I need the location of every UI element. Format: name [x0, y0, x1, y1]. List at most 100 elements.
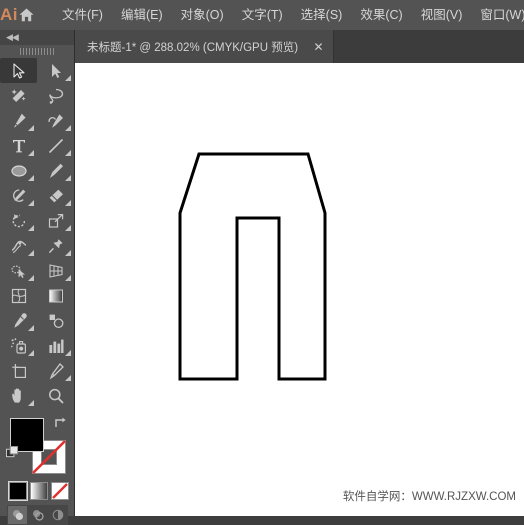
menu-edit[interactable]: 编辑(E)	[112, 4, 172, 26]
zoom-tool[interactable]	[37, 383, 74, 408]
shaper-tool[interactable]	[0, 183, 37, 208]
width-icon	[11, 240, 26, 253]
eyedropper-tool[interactable]	[0, 308, 37, 333]
lasso-tool[interactable]	[37, 83, 74, 108]
free-transform-tool[interactable]	[37, 233, 74, 258]
menu-select[interactable]: 选择(S)	[292, 4, 352, 26]
document-tab[interactable]: 未标题-1* @ 288.02% (CMYK/GPU 预览) ✕	[75, 30, 335, 63]
type-T-icon	[12, 139, 25, 152]
flyout-triangle-icon	[65, 200, 71, 206]
menu-item-list: 文件(F) 编辑(E) 对象(O) 文字(T) 选择(S) 效果(C) 视图(V…	[53, 4, 524, 26]
curvature-tool[interactable]	[37, 108, 74, 133]
app-logo: Ai	[0, 5, 18, 24]
hand-tool[interactable]	[0, 383, 37, 408]
perspective-grid-tool[interactable]	[37, 258, 74, 283]
search-icon	[48, 388, 64, 404]
slice-tool[interactable]	[37, 358, 74, 383]
document-canvas[interactable]: 软件自学网：WWW.RJZXW.COM	[75, 63, 524, 516]
flyout-triangle-icon	[65, 375, 71, 381]
color-mode-row	[0, 480, 74, 501]
direct-selection-tool[interactable]	[37, 58, 74, 83]
color-mode-button[interactable]	[8, 481, 28, 501]
menu-effect[interactable]: 效果(C)	[351, 4, 411, 26]
curvature-pen-icon	[47, 113, 63, 128]
shaper-pencil-icon	[12, 188, 25, 202]
blend-tool[interactable]	[37, 308, 74, 333]
menu-type[interactable]: 文字(T)	[233, 4, 292, 26]
default-fill-stroke-icon[interactable]	[6, 446, 19, 459]
column-graph-tool[interactable]	[37, 333, 74, 358]
flyout-triangle-icon	[65, 75, 71, 81]
draw-normal-button[interactable]	[8, 506, 27, 524]
trousers-outline-path[interactable]	[178, 152, 327, 381]
menu-view[interactable]: 视图(V)	[412, 4, 472, 26]
flyout-triangle-icon	[65, 225, 71, 231]
collapse-panel-button[interactable]: ◀◀	[0, 30, 74, 45]
panel-drag-handle[interactable]	[0, 45, 74, 58]
type-tool[interactable]	[0, 133, 37, 158]
shape-builder-icon	[10, 265, 25, 278]
draw-behind-icon	[32, 510, 44, 521]
gradient-icon	[48, 289, 63, 302]
pen-tool[interactable]	[0, 108, 37, 133]
mesh-tool[interactable]	[0, 283, 37, 308]
width-tool[interactable]	[0, 233, 37, 258]
blend-icon	[49, 314, 63, 328]
artboard-tool[interactable]	[0, 358, 37, 383]
chevron-double-left-icon: ◀◀	[6, 32, 19, 42]
flyout-triangle-icon	[28, 225, 34, 231]
eraser-tool[interactable]	[37, 183, 74, 208]
swap-fill-stroke-icon[interactable]	[54, 416, 68, 430]
rotate-tool[interactable]	[0, 208, 37, 233]
symbol-sprayer-tool[interactable]	[0, 333, 37, 358]
ellipse-icon	[10, 164, 27, 177]
menu-window[interactable]: 窗口(W)	[471, 4, 524, 26]
flyout-triangle-icon	[28, 125, 34, 131]
draw-normal-icon	[12, 510, 23, 520]
menu-file[interactable]: 文件(F)	[53, 4, 112, 26]
symbol-sprayer-icon	[10, 337, 26, 354]
mesh-icon	[11, 288, 26, 303]
none-slash-icon	[52, 483, 68, 499]
home-icon[interactable]	[18, 0, 35, 30]
magic-wand-tool[interactable]	[0, 83, 37, 108]
scale-icon	[48, 213, 63, 228]
rotate-icon	[12, 213, 25, 227]
menu-object[interactable]: 对象(O)	[172, 4, 233, 26]
watermark-text: 软件自学网：WWW.RJZXW.COM	[342, 491, 516, 503]
close-icon[interactable]: ✕	[312, 40, 325, 53]
flyout-triangle-icon	[28, 200, 34, 206]
scale-tool[interactable]	[37, 208, 74, 233]
eyedropper-icon	[13, 312, 27, 328]
document-tab-bar: 未标题-1* @ 288.02% (CMYK/GPU 预览) ✕	[75, 30, 524, 64]
selection-tool[interactable]	[0, 58, 37, 83]
flyout-triangle-icon	[28, 325, 34, 331]
ellipse-tool[interactable]	[0, 158, 37, 183]
pushpin-icon	[48, 238, 63, 253]
direct-selection-arrow-icon	[51, 63, 61, 78]
line-segment-tool[interactable]	[37, 133, 74, 158]
tool-grid	[0, 58, 74, 408]
flyout-triangle-icon	[28, 150, 34, 156]
flyout-triangle-icon	[28, 275, 34, 281]
draw-behind-button[interactable]	[28, 506, 47, 524]
flyout-triangle-icon	[28, 350, 34, 356]
fill-stroke-swatches	[0, 414, 74, 480]
selection-arrow-icon	[12, 62, 25, 79]
paintbrush-icon	[49, 163, 63, 178]
gradient-tool[interactable]	[37, 283, 74, 308]
artboard-icon	[11, 363, 26, 378]
draw-mode-row	[7, 505, 68, 525]
paintbrush-tool[interactable]	[37, 158, 74, 183]
shape-builder-tool[interactable]	[0, 258, 37, 283]
flyout-triangle-icon	[65, 175, 71, 181]
magic-wand-icon	[11, 88, 26, 102]
hand-icon	[11, 387, 21, 403]
flyout-triangle-icon	[65, 150, 71, 156]
gradient-mode-button[interactable]	[30, 482, 48, 500]
none-mode-button[interactable]	[51, 482, 69, 500]
document-tab-title: 未标题-1* @ 288.02% (CMYK/GPU 预览)	[87, 41, 299, 54]
draw-inside-button[interactable]	[48, 506, 67, 524]
perspective-grid-icon	[48, 263, 63, 278]
home-glyph	[19, 8, 34, 22]
